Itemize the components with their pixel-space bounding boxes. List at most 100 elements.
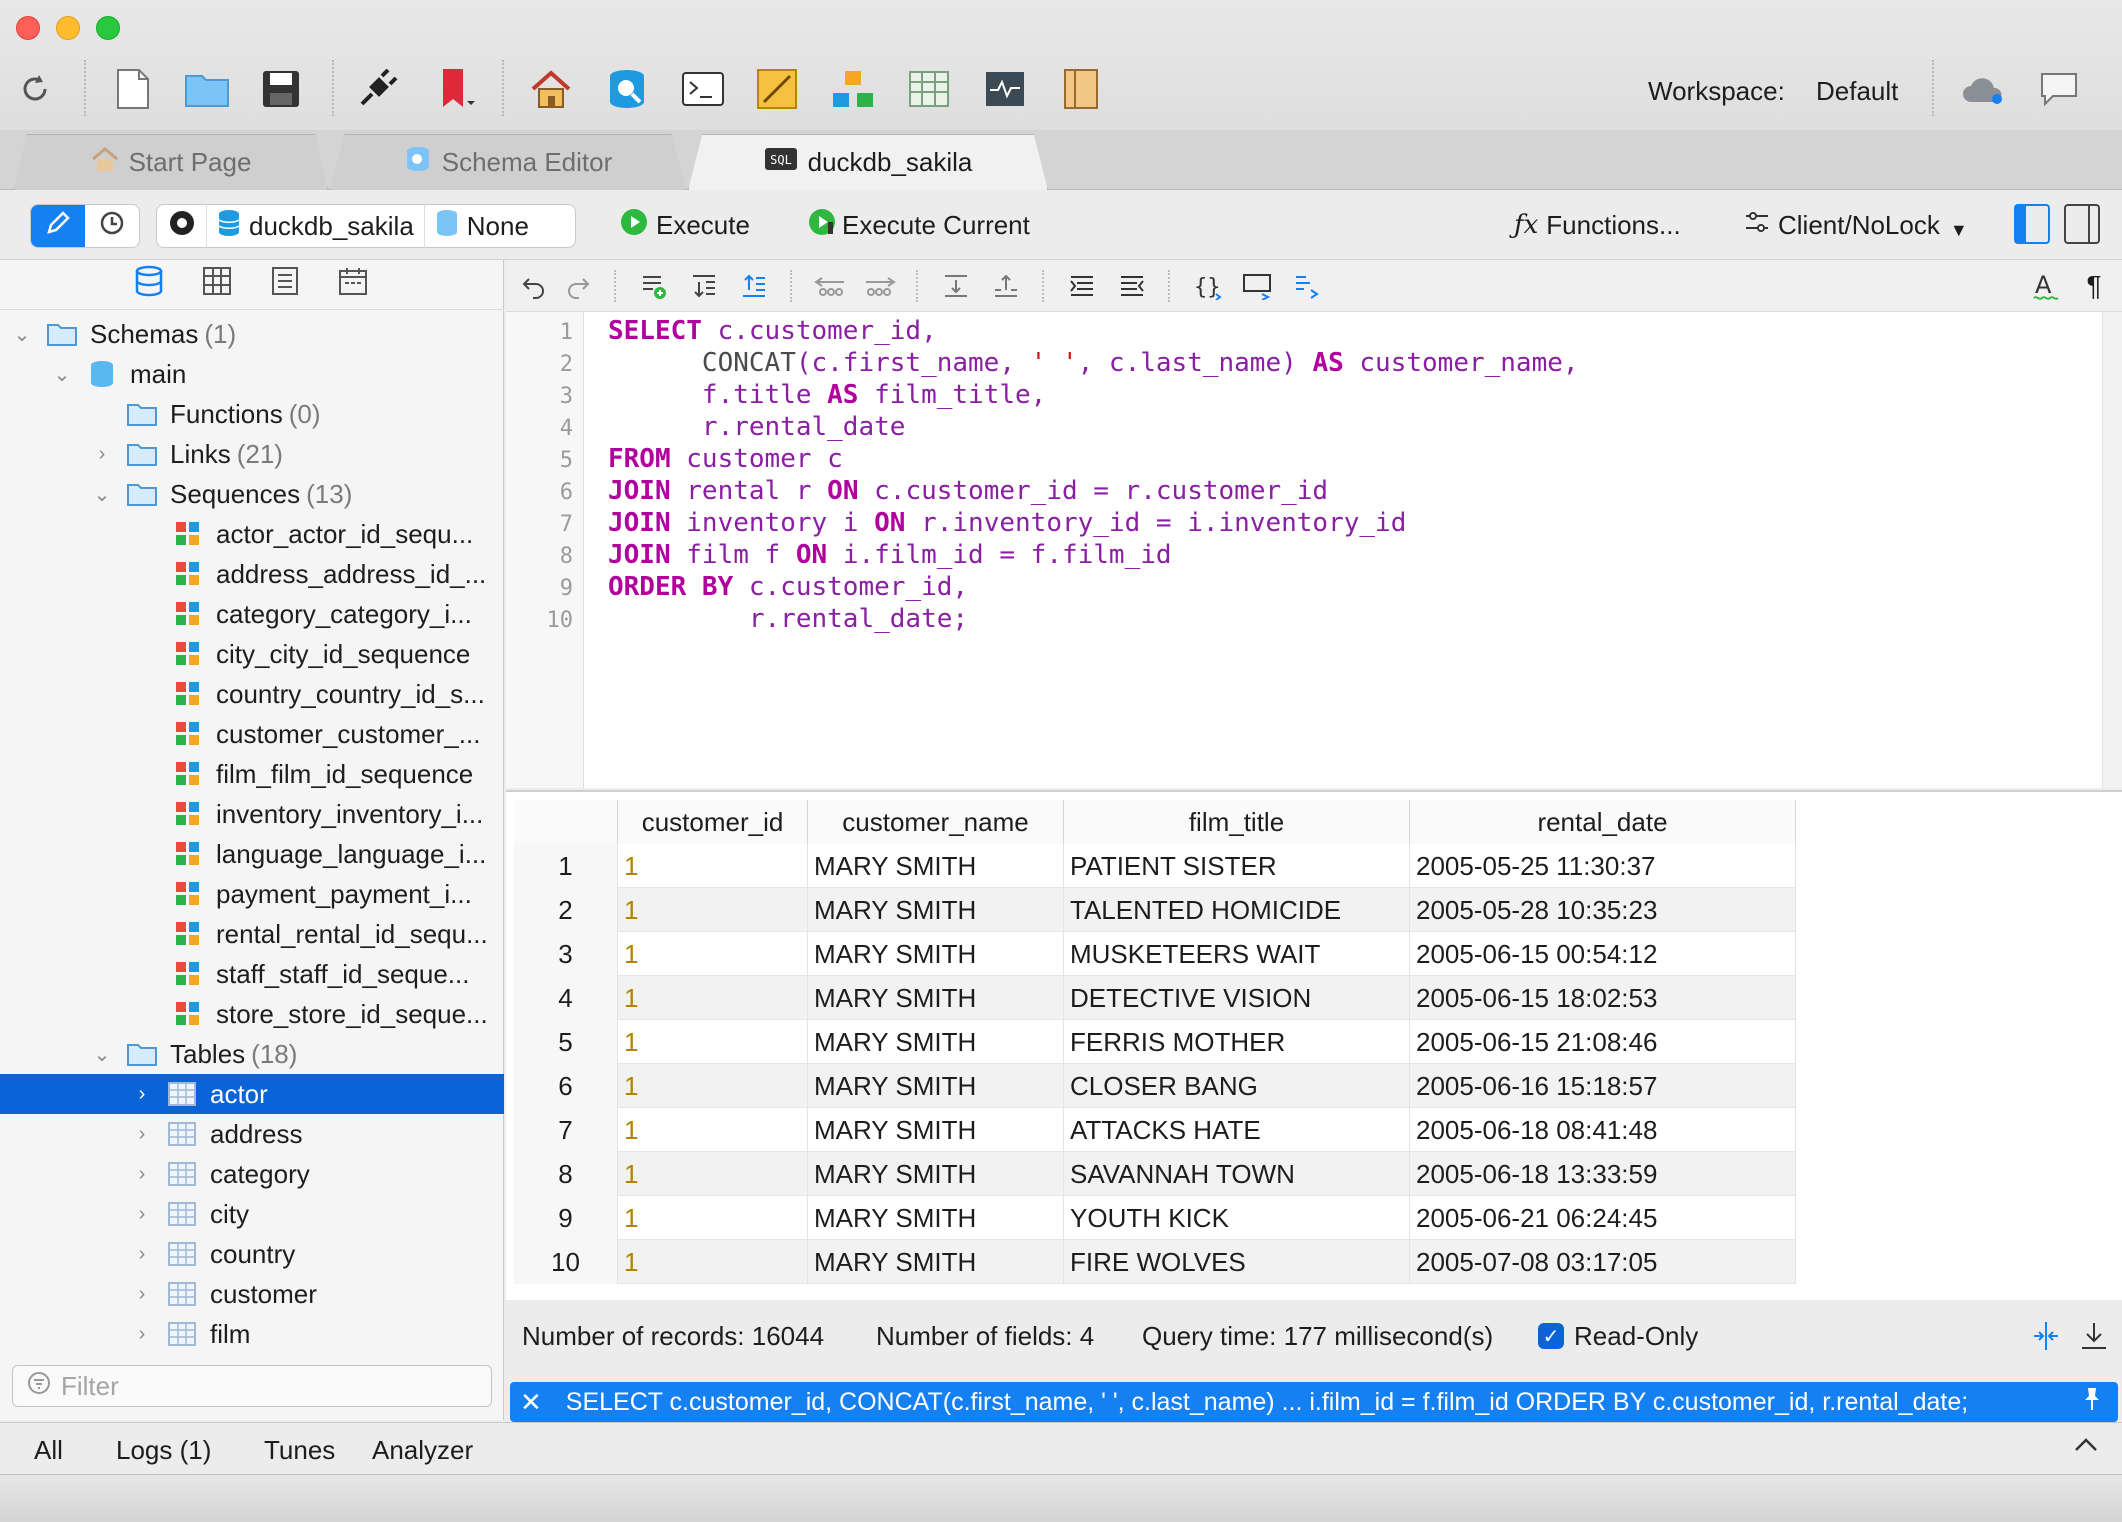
activity-icon[interactable] xyxy=(982,66,1028,112)
cell-customer-name[interactable]: MARY SMITH xyxy=(808,888,1064,932)
table-row[interactable]: 4 1 MARY SMITH DETECTIVE VISION 2005-06-15 1… xyxy=(514,976,1796,1020)
tree-node-sequence[interactable]: city_city_id_sequence xyxy=(0,634,504,674)
toggle-left-panel-button[interactable] xyxy=(2014,204,2050,244)
cell-rental-date[interactable]: 2005-06-16 15:18:57 xyxy=(1410,1064,1796,1108)
row-number-cell[interactable]: 5 xyxy=(514,1020,618,1064)
chevron-right-icon[interactable]: › xyxy=(132,1123,152,1146)
cell-film-title[interactable]: FERRIS MOTHER xyxy=(1064,1020,1410,1064)
split-columns-icon[interactable] xyxy=(2030,1320,2062,1359)
chevron-right-icon[interactable]: › xyxy=(132,1083,152,1106)
column-header-rental-date[interactable]: rental_date xyxy=(1410,800,1796,844)
table-row[interactable]: 1 1 MARY SMITH PATIENT SISTER 2005-05-25 11:… xyxy=(514,844,1796,888)
diagram-icon[interactable] xyxy=(830,66,876,112)
cell-customer-id[interactable]: 1 xyxy=(618,1152,808,1196)
notebook-icon[interactable] xyxy=(1058,66,1104,112)
row-number-cell[interactable]: 7 xyxy=(514,1108,618,1152)
tree-node-sequences[interactable]: ⌄ Sequences (13) xyxy=(0,474,504,514)
open-folder-icon[interactable] xyxy=(184,66,230,112)
row-number-cell[interactable]: 8 xyxy=(514,1152,618,1196)
cell-customer-id[interactable]: 1 xyxy=(618,888,808,932)
execute-button[interactable]: Execute xyxy=(620,202,750,248)
tree-node-sequence[interactable]: country_country_id_s... xyxy=(0,674,504,714)
tree-node-sequence[interactable]: language_language_i... xyxy=(0,834,504,874)
connect-plug-icon[interactable] xyxy=(354,66,400,112)
grid-icon[interactable] xyxy=(202,266,232,303)
cell-customer-name[interactable]: MARY SMITH xyxy=(808,932,1064,976)
cell-rental-date[interactable]: 2005-06-18 08:41:48 xyxy=(1410,1108,1796,1152)
cloud-icon[interactable] xyxy=(1960,66,2006,112)
undo-icon[interactable] xyxy=(516,268,552,304)
pin-icon[interactable] xyxy=(2080,1386,2104,1419)
table-row[interactable]: 7 1 MARY SMITH ATTACKS HATE 2005-06-18 08:41… xyxy=(514,1108,1796,1152)
cell-customer-name[interactable]: MARY SMITH xyxy=(808,1152,1064,1196)
wrap-icon[interactable] xyxy=(1290,268,1326,304)
cell-film-title[interactable]: MUSKETEERS WAIT xyxy=(1064,932,1410,976)
cell-customer-name[interactable]: MARY SMITH xyxy=(808,976,1064,1020)
tree-node-sequence[interactable]: staff_staff_id_seque... xyxy=(0,954,504,994)
bottom-tab-all[interactable]: All xyxy=(34,1435,63,1466)
cell-customer-id[interactable]: 1 xyxy=(618,976,808,1020)
chevron-down-icon[interactable]: ⌄ xyxy=(92,482,112,507)
tree-node-table[interactable]: › address xyxy=(0,1114,504,1154)
bottom-tab-tunes[interactable]: Tunes xyxy=(264,1435,335,1466)
row-number-cell[interactable]: 3 xyxy=(514,932,618,976)
chevron-down-icon[interactable]: ⌄ xyxy=(52,362,72,387)
tree-node-main[interactable]: ⌄ main xyxy=(0,354,504,394)
cell-customer-id[interactable]: 1 xyxy=(618,1196,808,1240)
tree-node-links[interactable]: › Links (21) xyxy=(0,434,504,474)
cell-rental-date[interactable]: 2005-06-21 06:24:45 xyxy=(1410,1196,1796,1240)
table-row[interactable]: 10 1 MARY SMITH FIRE WOLVES 2005-07-08 03:17… xyxy=(514,1240,1796,1284)
calendar-icon[interactable] xyxy=(338,266,368,303)
cell-film-title[interactable]: TALENTED HOMICIDE xyxy=(1064,888,1410,932)
close-icon[interactable]: ✕ xyxy=(520,1387,542,1418)
database-selector[interactable]: duckdb_sakila xyxy=(207,204,425,248)
indent-icon[interactable] xyxy=(1064,268,1100,304)
cell-customer-name[interactable]: MARY SMITH xyxy=(808,1064,1064,1108)
tab-start-page[interactable]: Start Page xyxy=(14,134,328,190)
collapse-icon[interactable] xyxy=(938,268,974,304)
cell-film-title[interactable]: CLOSER BANG xyxy=(1064,1064,1410,1108)
tree-node-tables[interactable]: ⌄ Tables (18) xyxy=(0,1034,504,1074)
cell-customer-name[interactable]: MARY SMITH xyxy=(808,1108,1064,1152)
chevron-right-icon[interactable]: › xyxy=(132,1203,152,1226)
tree-node-sequence[interactable]: store_store_id_seque... xyxy=(0,994,504,1034)
client-mode-dropdown[interactable]: Client/NoLock ▼ xyxy=(1744,202,1968,248)
cell-customer-id[interactable]: 1 xyxy=(618,1240,808,1284)
row-number-cell[interactable]: 9 xyxy=(514,1196,618,1240)
cell-rental-date[interactable]: 2005-06-15 00:54:12 xyxy=(1410,932,1796,976)
table-icon[interactable] xyxy=(906,66,952,112)
design-icon[interactable] xyxy=(754,66,800,112)
sort-up-icon[interactable] xyxy=(736,268,772,304)
chevron-down-icon[interactable]: ⌄ xyxy=(12,322,32,347)
cell-film-title[interactable]: ATTACKS HATE xyxy=(1064,1108,1410,1152)
tree-node-table[interactable]: › city xyxy=(0,1194,504,1234)
shift-right-icon[interactable] xyxy=(862,268,898,304)
database-icon[interactable] xyxy=(134,265,164,304)
chevron-right-icon[interactable]: › xyxy=(132,1243,152,1266)
chevron-down-icon[interactable]: ⌄ xyxy=(92,1042,112,1067)
db-search-icon[interactable] xyxy=(604,66,650,112)
cell-customer-id[interactable]: 1 xyxy=(618,932,808,976)
connection-status-button[interactable] xyxy=(157,204,207,248)
cell-rental-date[interactable]: 2005-05-28 10:35:23 xyxy=(1410,888,1796,932)
schema-selector[interactable]: None xyxy=(425,204,539,248)
column-header-film-title[interactable]: film_title xyxy=(1064,800,1410,844)
tree-filter-input[interactable]: Filter xyxy=(12,1365,492,1407)
row-number-cell[interactable]: 6 xyxy=(514,1064,618,1108)
outdent-icon[interactable] xyxy=(1114,268,1150,304)
cell-film-title[interactable]: FIRE WOLVES xyxy=(1064,1240,1410,1284)
chat-icon[interactable] xyxy=(2036,66,2082,112)
pilcrow-icon[interactable]: ¶ xyxy=(2076,268,2112,304)
bottom-tab-analyzer[interactable]: Analyzer xyxy=(372,1435,473,1466)
cell-customer-name[interactable]: MARY SMITH xyxy=(808,1240,1064,1284)
cell-customer-id[interactable]: 1 xyxy=(618,1064,808,1108)
export-download-icon[interactable] xyxy=(2078,1320,2110,1359)
table-row[interactable]: 6 1 MARY SMITH CLOSER BANG 2005-06-16 15:18:… xyxy=(514,1064,1796,1108)
table-row[interactable]: 8 1 MARY SMITH SAVANNAH TOWN 2005-06-18 13:3… xyxy=(514,1152,1796,1196)
column-header-customer-id[interactable]: customer_id xyxy=(618,800,808,844)
column-header-customer-name[interactable]: customer_name xyxy=(808,800,1064,844)
table-row[interactable]: 9 1 MARY SMITH YOUTH KICK 2005-06-21 06:24:4… xyxy=(514,1196,1796,1240)
tree-node-sequence[interactable]: category_category_i... xyxy=(0,594,504,634)
tree-node-functions[interactable]: Functions (0) xyxy=(0,394,504,434)
cell-rental-date[interactable]: 2005-05-25 11:30:37 xyxy=(1410,844,1796,888)
